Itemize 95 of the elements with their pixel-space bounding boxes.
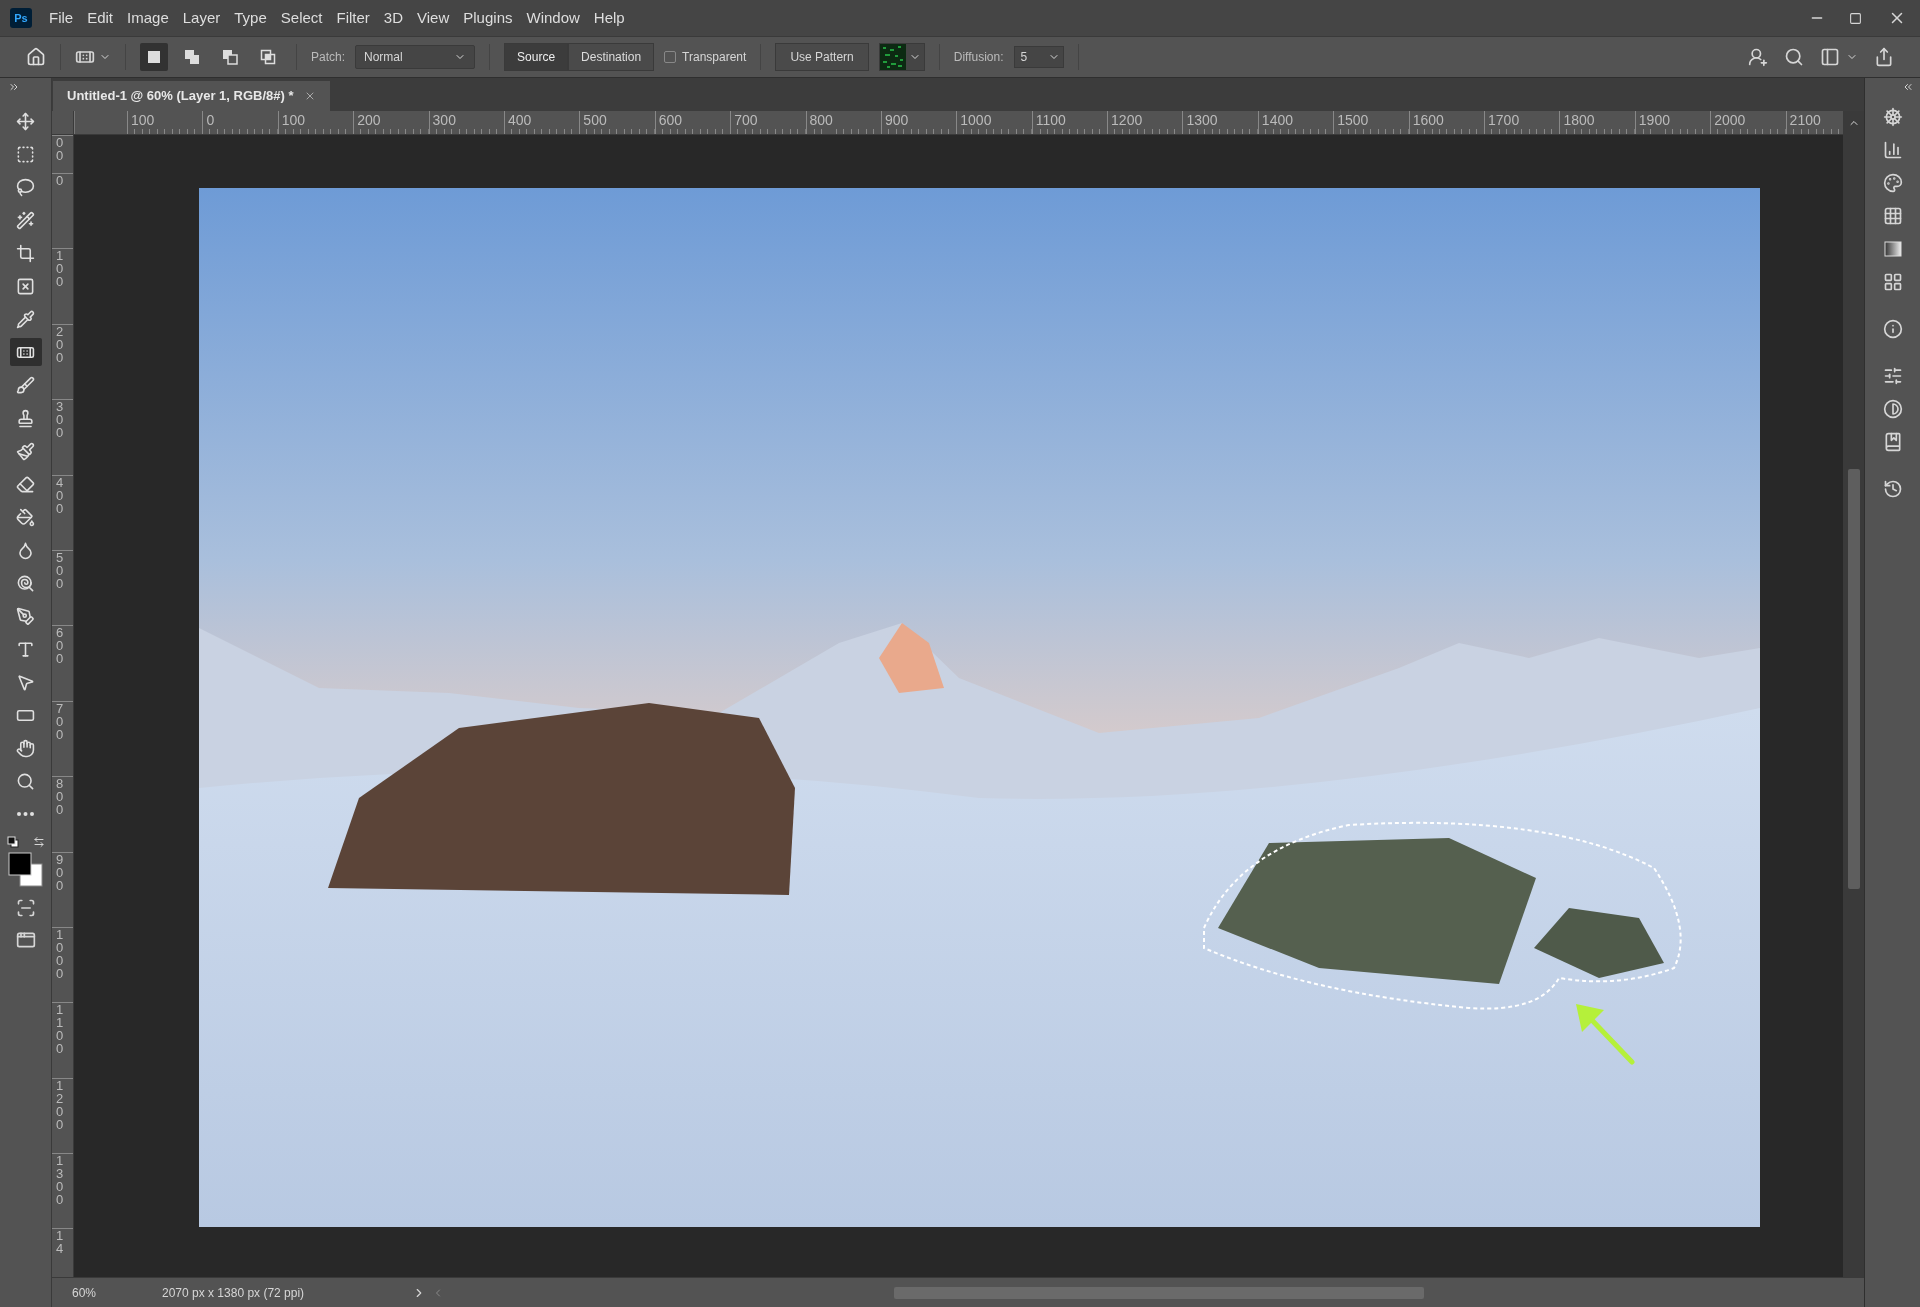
ruler-label: 1100 [56, 1003, 64, 1056]
patch-mode-dropdown[interactable]: Normal [355, 45, 476, 69]
palette-icon[interactable] [1882, 173, 1903, 193]
swap-colors-icon[interactable] [32, 836, 45, 848]
overlapping-squares-icon [184, 49, 200, 65]
quick-mask-icon[interactable] [15, 898, 36, 918]
history-icon[interactable] [1882, 479, 1903, 499]
ruler-label: 200 [56, 324, 64, 364]
patch-target-toggle[interactable]: Destination [568, 43, 655, 71]
lollipop-icon [16, 573, 35, 593]
screen-mode-icon[interactable] [15, 930, 36, 950]
arrow-annotation [1574, 1002, 1636, 1066]
ruler-label: 800 [56, 777, 64, 817]
ruler-label: 1300 [56, 1154, 64, 1207]
ruler-label: 700 [56, 701, 64, 741]
pattern-swatch [879, 44, 906, 70]
tool-button[interactable] [9, 338, 42, 366]
brush-icon [16, 375, 35, 395]
diffusion-label: Diffusion: [953, 49, 1004, 66]
home-icon[interactable] [26, 47, 46, 67]
menu-item[interactable]: Select [273, 6, 330, 30]
menu-item[interactable]: View [410, 6, 457, 30]
menu-item[interactable]: Filter [329, 6, 377, 30]
ruler-label: 300 [56, 400, 64, 440]
ruler-label: 600 [56, 626, 64, 666]
menu-item[interactable]: Type [227, 6, 274, 30]
square-icon [146, 49, 162, 65]
transparent-checkbox[interactable] [664, 51, 677, 63]
ruler-label: 400 [56, 475, 64, 515]
crop-icon [16, 243, 35, 263]
pointer-icon [16, 672, 35, 692]
expand-icon[interactable] [8, 81, 20, 93]
diffusion-field[interactable]: 5 [1013, 46, 1064, 68]
menu-item[interactable]: File [42, 6, 81, 30]
menu-item[interactable]: Help [586, 6, 632, 30]
menu-item[interactable]: 3D [376, 6, 411, 30]
eraser-icon [16, 474, 35, 494]
dashed-square-icon [16, 144, 35, 164]
paint-bucket-icon [16, 507, 35, 527]
collapse-icon[interactable] [1902, 81, 1914, 93]
ruler-label: 14 [56, 1229, 64, 1256]
eyedropper-icon [16, 309, 35, 329]
gradient-icon[interactable] [1882, 239, 1903, 259]
sliders-icon[interactable] [1882, 366, 1903, 386]
share-icon[interactable] [1874, 47, 1894, 67]
menu-item[interactable]: Image [120, 6, 176, 30]
frame-icon [16, 276, 35, 296]
intersect-squares-icon [260, 49, 276, 65]
paintbrush-icon [16, 441, 35, 461]
selection-mode-button[interactable] [140, 43, 168, 71]
menu-item[interactable]: Layer [175, 6, 228, 30]
pen-icon [16, 606, 35, 626]
grid-icon[interactable] [1882, 206, 1903, 226]
ruler-label: 100 [56, 249, 64, 289]
histogram-icon[interactable] [1882, 140, 1903, 160]
menu-item[interactable]: Edit [80, 6, 121, 30]
document-tab[interactable]: Untitled-1 @ 60% (Layer 1, RGB/8#) * [53, 81, 330, 111]
search-icon[interactable] [1784, 47, 1804, 67]
zoom-icon [16, 771, 35, 791]
stamp-icon [16, 408, 35, 428]
menu-item[interactable]: Window [519, 6, 587, 30]
ellipsis-icon [17, 812, 34, 816]
ruler-label: 1000 [56, 927, 64, 980]
ruler-label: 0 [56, 174, 64, 187]
workspace-icon[interactable] [1820, 47, 1840, 67]
ruler-label: 500 [56, 550, 64, 590]
vertical-scrollbar[interactable] [1843, 111, 1864, 1277]
ruler-label: 1200 [56, 1078, 64, 1131]
default-colors-icon[interactable] [6, 836, 19, 848]
wheel-icon[interactable] [1882, 107, 1903, 127]
ruler-label: 00 [56, 136, 64, 162]
move-icon [16, 111, 35, 131]
patch-target-toggle[interactable]: Source [504, 43, 569, 71]
color-swatches-icon[interactable] [7, 852, 44, 888]
wand-icon [16, 210, 35, 230]
patch-label: Patch: [311, 49, 346, 66]
subtract-squares-icon [222, 49, 238, 65]
scrollbar-thumb[interactable] [1847, 469, 1860, 889]
lasso-icon [16, 177, 35, 197]
ruler-label: 900 [56, 852, 64, 892]
pattern-icon[interactable] [1882, 272, 1903, 292]
transparent-label: Transparent [682, 49, 747, 66]
maximize-icon[interactable] [1849, 11, 1862, 25]
menu-item[interactable]: Plugins [456, 6, 520, 30]
hand-icon [16, 738, 35, 758]
info-icon[interactable] [1882, 319, 1903, 339]
app-logo[interactable]: Ps [10, 8, 32, 28]
use-pattern-button[interactable]: Use Pattern [775, 43, 869, 71]
contrast-icon[interactable] [1882, 399, 1903, 419]
user-plus-icon[interactable] [1748, 47, 1768, 67]
type-icon [16, 639, 35, 659]
document-info: 2070 px x 1380 px (72 ppi) [162, 1284, 306, 1302]
droplet-icon [16, 540, 35, 560]
pattern-picker[interactable] [878, 43, 925, 71]
zoom-level[interactable]: 60% [72, 1283, 132, 1302]
